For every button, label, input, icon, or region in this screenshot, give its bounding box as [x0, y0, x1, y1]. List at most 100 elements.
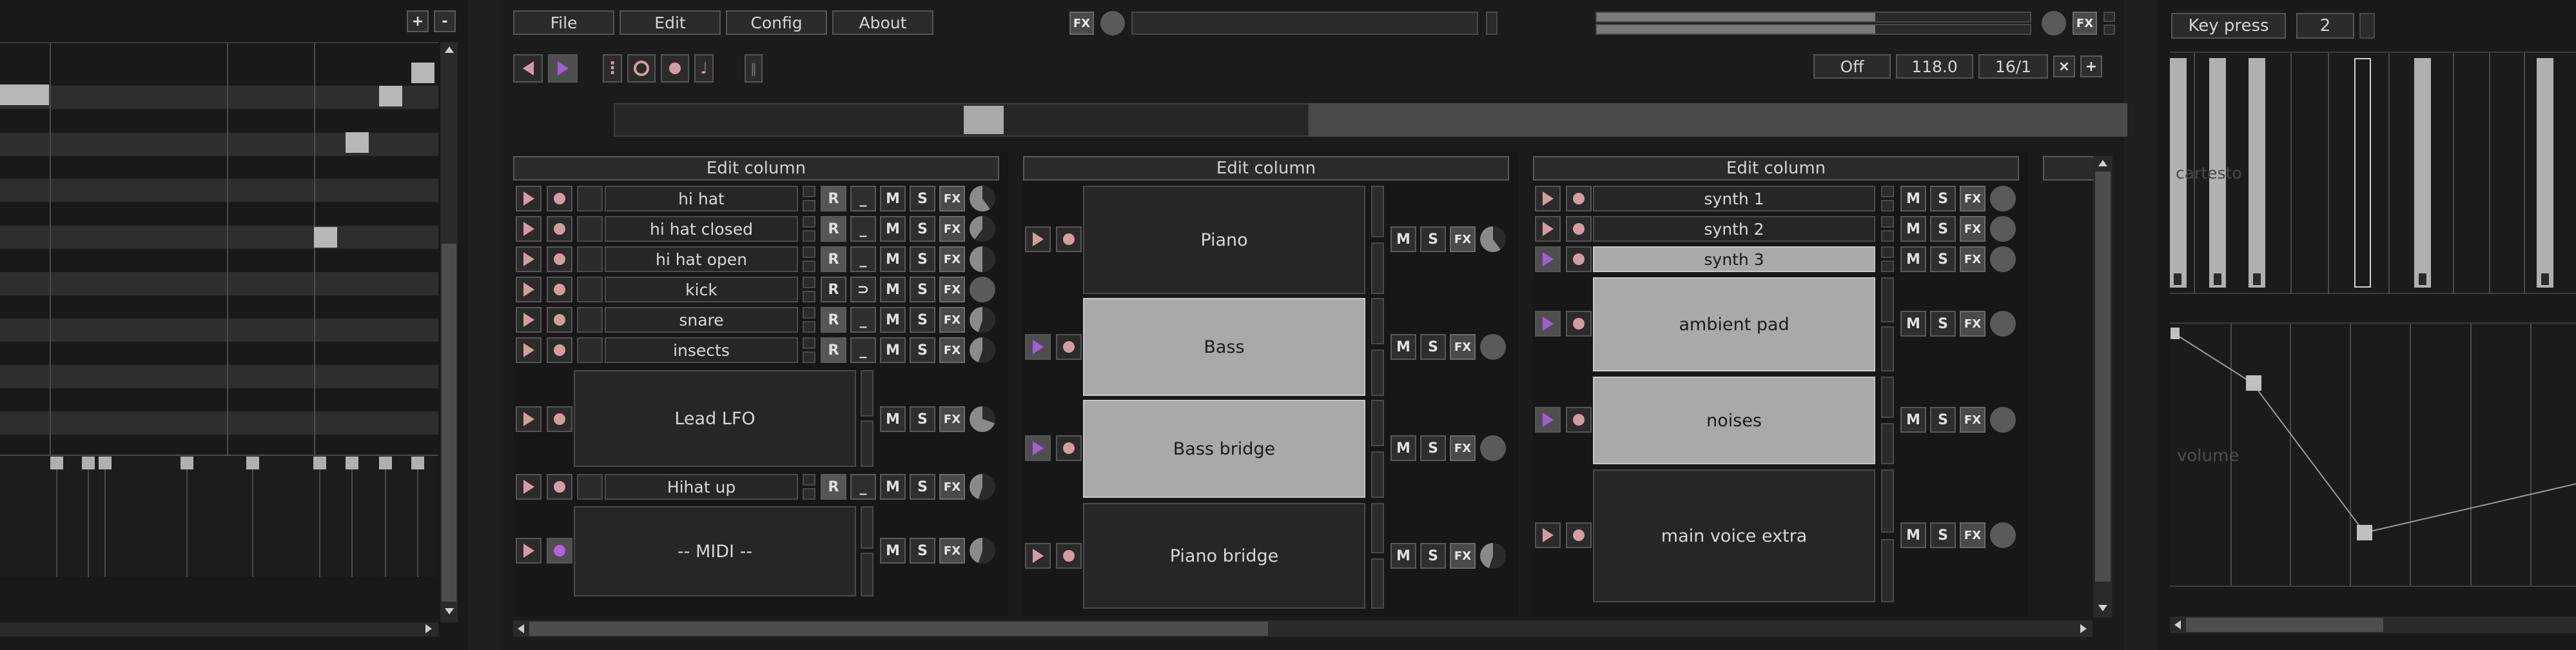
track-mini-toggle[interactable]	[1881, 539, 1894, 602]
scroll-right-icon[interactable]	[425, 624, 432, 633]
track-solo-button[interactable]: S	[1930, 186, 1956, 212]
track-name-field[interactable]: ambient pad	[1593, 277, 1875, 371]
track-solo-button[interactable]: S	[910, 538, 935, 564]
track-mute-button[interactable]: M	[880, 277, 906, 302]
key-pressed[interactable]	[2354, 58, 2371, 288]
about-menu[interactable]: About	[832, 10, 933, 35]
track-record-button[interactable]	[547, 216, 572, 242]
record-button[interactable]	[661, 54, 689, 83]
track-name-field[interactable]: hi hat	[605, 186, 798, 212]
track-fx-button[interactable]: FX	[1960, 407, 1986, 433]
key-white[interactable]	[2249, 58, 2265, 288]
track-mute-button[interactable]: M	[880, 538, 906, 564]
track-name-field[interactable]: Piano bridge	[1083, 503, 1365, 609]
track-select-box[interactable]	[577, 246, 603, 272]
metronome-button[interactable]: ♩	[694, 54, 714, 83]
track-play-button[interactable]	[516, 216, 542, 242]
track-r-button[interactable]: R	[821, 186, 846, 212]
track-mini-toggle[interactable]	[803, 488, 815, 500]
track-record-button[interactable]	[1566, 522, 1592, 548]
track-record-button[interactable]	[1566, 311, 1592, 337]
scroll-right-icon[interactable]	[2080, 624, 2087, 633]
track-play-button[interactable]	[1535, 216, 1561, 242]
note-block[interactable]	[379, 86, 402, 106]
track-solo-button[interactable]: S	[910, 307, 935, 333]
edit-menu[interactable]: Edit	[620, 10, 721, 35]
track-solo-button[interactable]: S	[1930, 216, 1956, 242]
track-play-button[interactable]	[1535, 407, 1561, 433]
track-name-field[interactable]: synth 1	[1593, 186, 1875, 212]
velocity-handle[interactable]	[346, 457, 358, 469]
track-mini-toggle[interactable]	[803, 246, 815, 258]
track-mini-toggle[interactable]	[1371, 242, 1384, 294]
track-volume-knob[interactable]	[970, 216, 995, 242]
velocity-handle[interactable]	[313, 457, 326, 469]
track-mini-toggle[interactable]	[1371, 186, 1384, 237]
clear-button[interactable]: ×	[2053, 55, 2075, 77]
track-mute-button[interactable]: M	[1900, 311, 1926, 337]
track-mini-toggle[interactable]	[1371, 558, 1384, 609]
track-loop-button[interactable]: ⊃	[850, 277, 876, 302]
track-r-button[interactable]: R	[821, 216, 846, 242]
envelope-point[interactable]	[2357, 525, 2372, 540]
track-record-button[interactable]	[1566, 246, 1592, 272]
track-volume-knob[interactable]	[970, 277, 995, 302]
track-mini-toggle[interactable]	[803, 337, 815, 349]
zoom-in-button[interactable]: +	[407, 10, 429, 32]
bpm-field[interactable]: 118.0	[1896, 54, 1973, 79]
output-volume-knob[interactable]	[2042, 11, 2066, 35]
note-block[interactable]	[314, 227, 337, 248]
track-mini-toggle[interactable]	[861, 370, 873, 417]
track-play-button[interactable]	[1025, 334, 1051, 360]
track-oneshot-button[interactable]: _	[850, 216, 876, 242]
track-fx-button[interactable]: FX	[939, 307, 965, 333]
track-mini-toggle[interactable]	[803, 291, 815, 302]
rewind-button[interactable]	[513, 54, 543, 83]
track-fx-button[interactable]: FX	[939, 337, 965, 363]
track-mute-button[interactable]: M	[1390, 226, 1416, 252]
scroll-down-icon[interactable]	[445, 608, 454, 615]
track-record-button[interactable]	[547, 186, 572, 212]
track-volume-knob[interactable]	[970, 307, 995, 333]
track-mini-toggle[interactable]	[1371, 400, 1384, 446]
track-fx-button[interactable]: FX	[939, 538, 965, 564]
scroll-down-icon[interactable]	[2098, 605, 2107, 611]
track-select-box[interactable]	[577, 337, 603, 363]
track-record-button[interactable]	[1566, 216, 1592, 242]
track-solo-button[interactable]: S	[910, 186, 935, 212]
track-solo-button[interactable]: S	[910, 474, 935, 500]
track-fx-button[interactable]: FX	[1450, 543, 1476, 569]
track-oneshot-button[interactable]: _	[850, 307, 876, 333]
envelope-point[interactable]	[2171, 328, 2180, 339]
track-solo-button[interactable]: S	[1420, 334, 1446, 360]
track-record-button[interactable]	[1056, 543, 1082, 569]
track-oneshot-button[interactable]: _	[850, 474, 876, 500]
envelope-point[interactable]	[2246, 375, 2261, 391]
track-mini-toggle[interactable]	[1881, 216, 1894, 228]
key-press-value[interactable]: 2	[2296, 13, 2354, 39]
sync-select[interactable]: Off	[1813, 54, 1891, 79]
track-volume-knob[interactable]	[1480, 226, 1506, 252]
track-record-button[interactable]	[1056, 334, 1082, 360]
velocity-handle[interactable]	[99, 457, 112, 469]
track-name-field[interactable]: Lead LFO	[574, 370, 856, 467]
track-volume-knob[interactable]	[970, 246, 995, 272]
track-play-button[interactable]	[1535, 186, 1561, 212]
track-solo-button[interactable]: S	[1930, 311, 1956, 337]
track-mini-toggle[interactable]	[803, 230, 815, 242]
track-select-box[interactable]	[577, 216, 603, 242]
track-play-button[interactable]	[516, 474, 542, 500]
track-mini-toggle[interactable]	[1881, 469, 1894, 533]
velocity-handle[interactable]	[246, 457, 259, 469]
track-fx-button[interactable]: FX	[939, 406, 965, 432]
track-play-button[interactable]	[1535, 522, 1561, 548]
track-mini-toggle[interactable]	[861, 553, 873, 596]
track-solo-button[interactable]: S	[910, 216, 935, 242]
track-name-field[interactable]: kick	[605, 277, 798, 302]
track-play-button[interactable]	[516, 186, 542, 212]
track-volume-knob[interactable]	[1990, 246, 2016, 272]
track-mute-button[interactable]: M	[1900, 216, 1926, 242]
track-record-button[interactable]	[547, 277, 572, 302]
track-mini-toggle[interactable]	[803, 474, 815, 486]
edit-column-button[interactable]: Edit column	[1023, 156, 1509, 181]
